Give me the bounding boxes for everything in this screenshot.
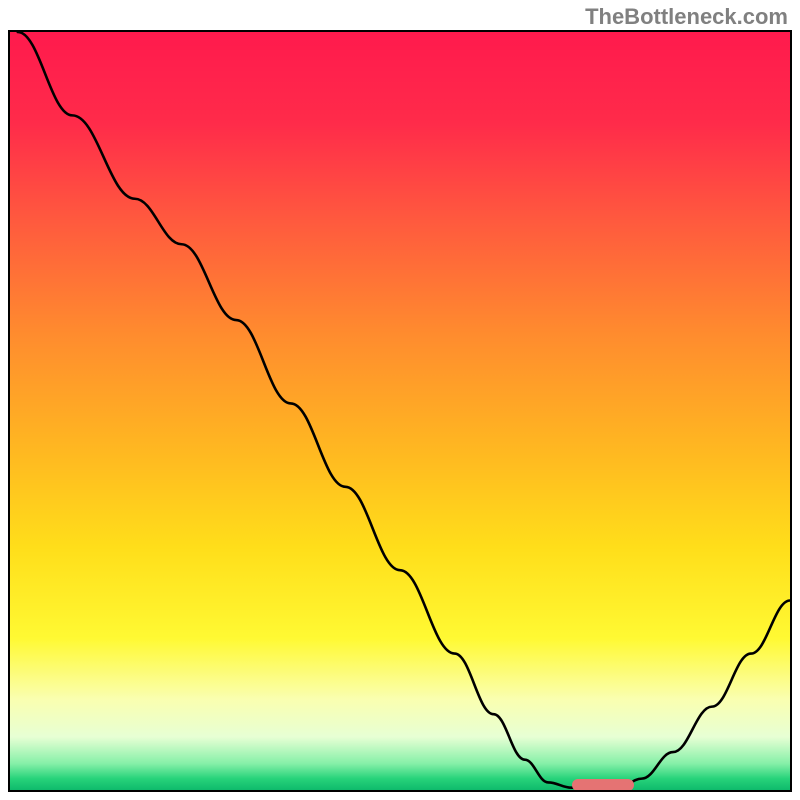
gradient-chart	[10, 32, 790, 790]
optimal-range-marker	[572, 779, 634, 791]
watermark-text: TheBottleneck.com	[585, 4, 788, 30]
gradient-background	[10, 32, 790, 790]
chart-frame	[8, 30, 792, 792]
